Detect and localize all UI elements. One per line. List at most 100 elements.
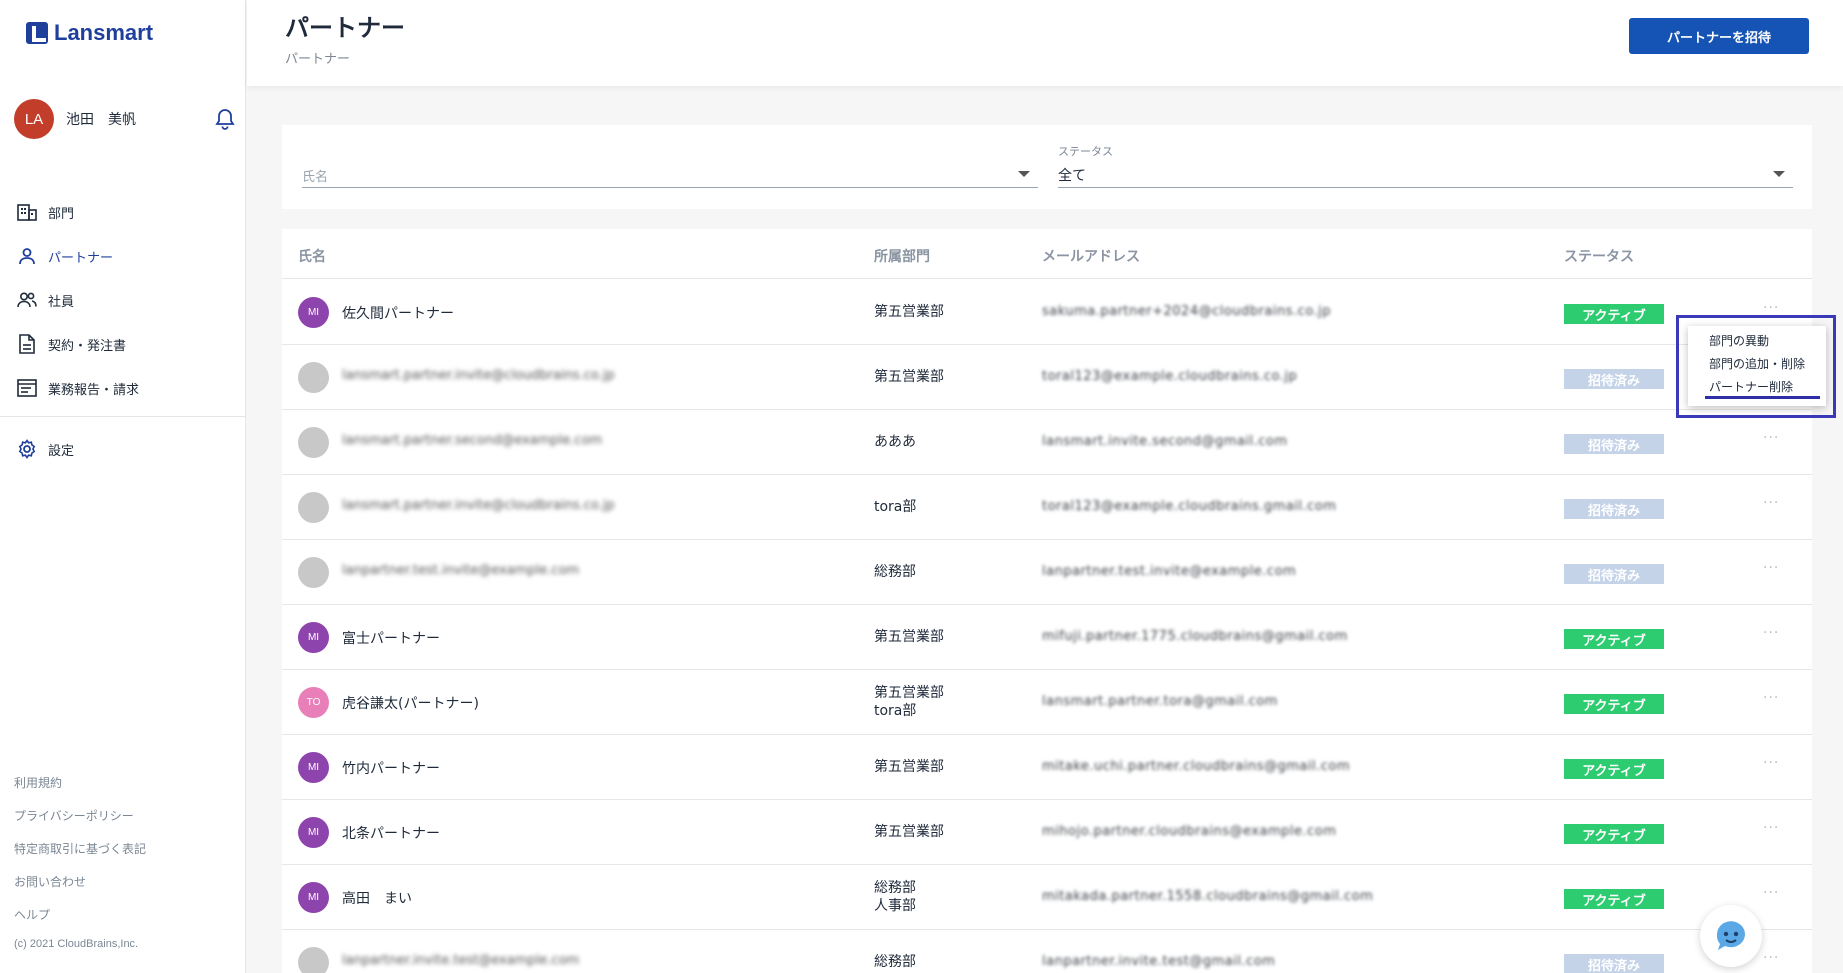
partner-name[interactable]: 佐久間パートナー	[342, 303, 454, 323]
sidebar-item-partners[interactable]: パートナー	[0, 234, 246, 278]
partner-department: 第五営業部 tora部	[874, 684, 944, 720]
sidebar-nav: 部門 パートナー 社員 契約・発注書 業務報告・請求 設定	[0, 190, 246, 471]
building-icon	[16, 201, 38, 223]
table-row[interactable]: MI 富士パートナー 第五営業部 mifuji.partner.1775.cloudb…	[282, 605, 1812, 670]
table-row[interactable]: MI 高田 まい 総務部 人事部 mitakada.partner.1558.cloud…	[282, 865, 1812, 930]
row-context-menu: 部門の異動 部門の追加・削除 パートナー削除	[1688, 326, 1826, 406]
department-name: tora部	[874, 499, 917, 515]
table-row[interactable]: lansmart.partner.second@example.com あああ la…	[282, 410, 1812, 475]
page-title: パートナー	[285, 14, 405, 42]
menu-item-delete-partner[interactable]: パートナー削除	[1709, 378, 1793, 395]
sidebar-item-contracts[interactable]: 契約・発注書	[0, 322, 246, 366]
sidebar: Lansmart LA 池田 美帆 部門 パートナー 社員 契約・発注書 業務報…	[0, 0, 246, 973]
table-row[interactable]: lanpartner.invite.test@example.com 総務部 lan…	[282, 930, 1812, 973]
partner-name[interactable]: 富士パートナー	[342, 628, 440, 648]
avatar	[298, 557, 329, 588]
more-options-icon[interactable]: ···	[1763, 885, 1779, 901]
sidebar-item-settings[interactable]: 設定	[0, 427, 246, 471]
more-options-icon[interactable]: ···	[1763, 755, 1779, 771]
invite-partner-button[interactable]: パートナーを招待	[1629, 18, 1809, 54]
sidebar-item-departments[interactable]: 部門	[0, 190, 246, 234]
partner-email: lanpartner.test.invite@example.com	[1042, 564, 1297, 579]
menu-item-edit-departments[interactable]: 部門の追加・削除	[1709, 355, 1805, 372]
column-header-email[interactable]: メールアドレス	[1042, 246, 1140, 266]
breadcrumb[interactable]: パートナー	[285, 48, 350, 67]
people-icon	[16, 289, 38, 311]
footer-link-contact[interactable]: お問い合わせ	[14, 873, 146, 890]
partner-name[interactable]: 北条パートナー	[342, 823, 440, 843]
column-header-status[interactable]: ステータス	[1564, 246, 1634, 266]
partner-name[interactable]: lansmart.partner.invite@cloudbrains.co.j…	[342, 498, 615, 513]
logo-text: Lansmart	[54, 20, 154, 45]
department-name: 第五営業部	[874, 369, 944, 385]
more-options-icon[interactable]: ···	[1763, 820, 1779, 836]
partner-email: lansmart.invite.second@gmail.com	[1042, 434, 1288, 449]
name-filter-placeholder: 氏名	[302, 170, 329, 185]
footer-link-help[interactable]: ヘルプ	[14, 906, 146, 923]
partner-department: 総務部 人事部	[874, 879, 916, 915]
footer-links: 利用規約 プライバシーポリシー 特定商取引に基づく表記 お問い合わせ ヘルプ	[14, 774, 146, 939]
partner-department: 第五営業部	[874, 303, 944, 321]
partner-name[interactable]: lansmart.partner.invite@cloudbrains.co.j…	[342, 368, 615, 383]
name-filter-select[interactable]: 氏名	[302, 125, 1038, 188]
department-name: 総務部	[874, 880, 916, 896]
table-row[interactable]: MI 竹内パートナー 第五営業部 mitake.uchi.partner.cloudb…	[282, 735, 1812, 800]
more-options-icon[interactable]: ···	[1763, 625, 1779, 641]
avatar	[298, 947, 329, 973]
department-name: 第五営業部	[874, 304, 944, 320]
logo-icon	[26, 22, 48, 44]
divider	[0, 416, 246, 417]
user-profile[interactable]: LA 池田 美帆	[14, 99, 235, 139]
more-options-icon[interactable]: ···	[1763, 690, 1779, 706]
bell-icon[interactable]	[212, 106, 238, 132]
person-icon	[16, 245, 38, 267]
status-badge: 招待済み	[1564, 434, 1664, 454]
status-filter-select[interactable]: ステータス 全て	[1058, 125, 1793, 188]
partner-table: 氏名 所属部門 メールアドレス ステータス MI 佐久間パートナー 第五営業部 sak…	[282, 229, 1812, 973]
avatar: TO	[298, 687, 329, 718]
partner-email: toral123@example.cloudbrains.co.jp	[1042, 369, 1298, 384]
footer-link-terms[interactable]: 利用規約	[14, 774, 146, 791]
partner-department: 総務部	[874, 563, 916, 581]
table-row[interactable]: TO 虎谷謙太(パートナー) 第五営業部 tora部 lansmart.partner.…	[282, 670, 1812, 735]
table-row[interactable]: lansmart.partner.invite@cloudbrains.co.j…	[282, 345, 1812, 410]
table-row[interactable]: MI 北条パートナー 第五営業部 mihojo.partner.cloudbrains…	[282, 800, 1812, 865]
status-badge: 招待済み	[1564, 499, 1664, 519]
partner-name[interactable]: 高田 まい	[342, 888, 412, 908]
table-row[interactable]: lansmart.partner.invite@cloudbrains.co.j…	[282, 475, 1812, 540]
status-badge: 招待済み	[1564, 369, 1664, 389]
more-options-icon[interactable]: ···	[1763, 560, 1779, 576]
more-options-icon[interactable]: ···	[1763, 300, 1779, 316]
more-options-icon[interactable]: ···	[1763, 430, 1779, 446]
table-row[interactable]: lanpartner.test.invite@example.com 総務部 lan…	[282, 540, 1812, 605]
status-badge: アクティブ	[1564, 694, 1664, 714]
footer-link-privacy[interactable]: プライバシーポリシー	[14, 807, 146, 824]
department-name: tora部	[874, 703, 917, 719]
partner-name[interactable]: 竹内パートナー	[342, 758, 440, 778]
table-row[interactable]: MI 佐久間パートナー 第五営業部 sakuma.partner+2024@cloud…	[282, 280, 1812, 345]
app-logo[interactable]: Lansmart	[26, 20, 153, 46]
partner-email: mihojo.partner.cloudbrains@example.com	[1042, 824, 1337, 839]
department-name: 人事部	[874, 898, 916, 914]
partner-name[interactable]: lanpartner.test.invite@example.com	[342, 563, 579, 578]
column-header-name[interactable]: 氏名	[298, 246, 326, 266]
more-options-icon[interactable]: ···	[1763, 950, 1779, 966]
sidebar-item-label: 社員	[48, 294, 75, 310]
partner-email: lanpartner.invite.test@gmail.com	[1042, 954, 1276, 969]
more-options-icon[interactable]: ···	[1763, 495, 1779, 511]
partner-email: mifuji.partner.1775.cloudbrains@gmail.co…	[1042, 629, 1348, 644]
user-name: 池田 美帆	[66, 112, 136, 128]
partner-name[interactable]: 虎谷謙太(パートナー)	[342, 693, 479, 713]
partner-name[interactable]: lanpartner.invite.test@example.com	[342, 953, 579, 968]
menu-item-move-department[interactable]: 部門の異動	[1709, 332, 1769, 349]
partner-email: toral123@example.cloudbrains.gmail.com	[1042, 499, 1337, 514]
sidebar-item-employees[interactable]: 社員	[0, 278, 246, 322]
document-icon	[16, 333, 38, 355]
status-badge: アクティブ	[1564, 889, 1664, 909]
partner-name[interactable]: lansmart.partner.second@example.com	[342, 433, 602, 448]
avatar	[298, 492, 329, 523]
sidebar-item-reports[interactable]: 業務報告・請求	[0, 366, 246, 410]
chatbot-button[interactable]	[1700, 905, 1762, 967]
column-header-department[interactable]: 所属部門	[874, 246, 930, 266]
footer-link-commerce[interactable]: 特定商取引に基づく表記	[14, 840, 146, 857]
